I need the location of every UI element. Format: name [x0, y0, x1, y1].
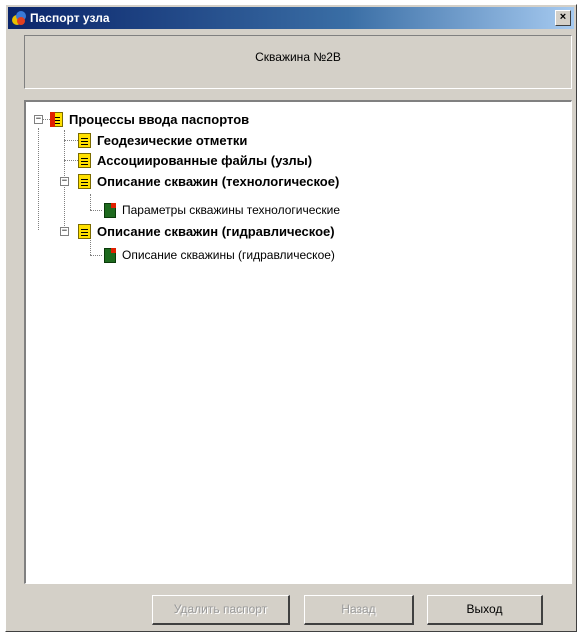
window-title: Паспорт узла: [30, 11, 110, 25]
header-panel: Скважина №2В: [24, 35, 572, 89]
tree-node-well-hydraulic[interactable]: Описание скважин (гидравлическое): [78, 222, 335, 240]
document-icon: [78, 173, 91, 189]
close-button[interactable]: ×: [555, 10, 571, 26]
app-icon: [12, 11, 26, 25]
tree-node-hydraulic-desc[interactable]: Описание скважины (гидравлическое): [104, 246, 335, 264]
tree-node-label: Описание скважин (технологическое): [97, 173, 340, 189]
tree-connector: [90, 210, 102, 211]
collapse-icon[interactable]: −: [34, 115, 43, 124]
tree-node-label: Описание скважин (гидравлическое): [97, 223, 335, 239]
tree-node-root[interactable]: Процессы ввода паспортов: [50, 110, 249, 128]
document-icon: [78, 132, 91, 148]
tree-connector: [90, 194, 91, 210]
tree-node-tech-params[interactable]: Параметры скважины технологические: [104, 201, 340, 219]
form-icon: [104, 247, 116, 263]
delete-passport-button[interactable]: Удалить паспорт: [152, 595, 290, 625]
tree-node-associated-files[interactable]: Ассоциированные файлы (узлы): [78, 151, 312, 169]
tree-connector: [90, 240, 91, 255]
tree-node-label: Процессы ввода паспортов: [69, 111, 250, 127]
document-icon: [50, 111, 63, 127]
close-icon: ×: [559, 11, 567, 23]
back-button[interactable]: Назад: [304, 595, 414, 625]
passport-window: Паспорт узла × Скважина №2В − Процессы в…: [5, 4, 577, 632]
exit-button[interactable]: Выход: [427, 595, 543, 625]
well-name: Скважина №2В: [255, 50, 341, 64]
collapse-icon[interactable]: −: [60, 177, 69, 186]
tree-connector: [64, 160, 78, 161]
tree-node-geodetic[interactable]: Геодезические отметки: [78, 131, 247, 149]
passport-tree[interactable]: − Процессы ввода паспортов Геодезические…: [24, 100, 572, 584]
collapse-icon[interactable]: −: [60, 227, 69, 236]
tree-connector: [64, 140, 78, 141]
tree-node-label: Ассоциированные файлы (узлы): [97, 152, 313, 168]
document-icon: [78, 152, 91, 168]
form-icon: [104, 202, 116, 218]
tree-node-well-tech[interactable]: Описание скважин (технологическое): [78, 172, 339, 190]
tree-connector: [90, 255, 102, 256]
tree-connector: [38, 128, 39, 230]
tree-node-label: Геодезические отметки: [97, 132, 248, 148]
document-icon: [78, 223, 91, 239]
tree-node-label: Параметры скважины технологические: [122, 203, 341, 217]
title-bar[interactable]: Паспорт узла ×: [8, 7, 574, 29]
tree-node-label: Описание скважины (гидравлическое): [122, 248, 335, 262]
